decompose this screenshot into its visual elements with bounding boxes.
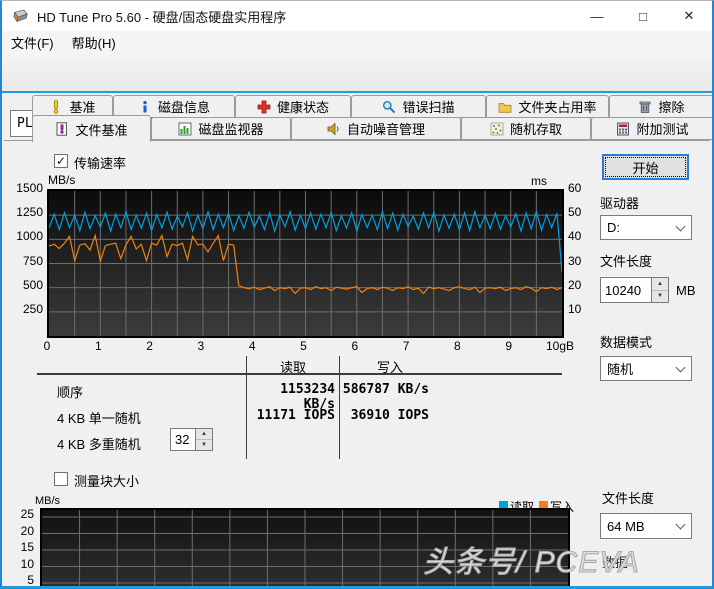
data-pattern-value: 随机: [607, 359, 633, 378]
block-chart-yaxis-unit: MB/s: [35, 495, 60, 507]
queue-depth-spinner[interactable]: 32 ▲▼: [170, 428, 213, 451]
drive-dropdown-value: D:: [607, 220, 620, 235]
tab-health[interactable]: 健康状态: [235, 95, 351, 118]
minimize-button[interactable]: —: [574, 1, 620, 31]
menu-help[interactable]: 帮助(H): [63, 31, 125, 53]
top-chart-yaxis-unit: MB/s: [48, 173, 75, 187]
file-length-label: 文件长度: [600, 251, 652, 270]
file-length-unit: MB: [676, 283, 696, 298]
disk-monitor-icon: [178, 122, 192, 136]
window-title: HD Tune Pro 5.60 - 硬盘/固态硬盘实用程序: [37, 7, 286, 26]
tab-random-access[interactable]: 随机存取: [461, 117, 591, 140]
tab-label: 磁盘监视器: [198, 119, 263, 138]
magnifier-icon: [382, 100, 396, 114]
block-size-label: 测量块大小: [74, 471, 139, 490]
speaker-icon: [327, 122, 341, 136]
tab-label: 文件夹占用率: [518, 97, 596, 116]
transfer-rate-plot: [49, 191, 562, 336]
tab-file-benchmark[interactable]: 文件基准: [32, 115, 151, 142]
close-button[interactable]: ✕: [666, 1, 712, 31]
menu-file[interactable]: 文件(F): [2, 31, 63, 53]
spin-down-icon[interactable]: ▼: [652, 291, 668, 303]
block-size-checkbox[interactable]: [54, 472, 68, 486]
file-length-value: 10240: [600, 277, 652, 303]
tab-erase[interactable]: 擦除: [609, 95, 714, 118]
file-length-spinner[interactable]: 10240 ▲▼: [600, 277, 669, 303]
tab-label: 附加测试: [636, 119, 688, 138]
tab-disk-monitor[interactable]: 磁盘监视器: [151, 117, 291, 140]
data-pattern-label: 数据模式: [600, 332, 652, 351]
toolbar-separator: [2, 91, 712, 93]
title-bar: HD Tune Pro 5.60 - 硬盘/固态硬盘实用程序 — □ ✕: [2, 1, 712, 31]
health-cross-icon: [257, 100, 271, 114]
tab-aam[interactable]: 自动噪音管理: [291, 117, 461, 140]
block-file-length-value: 64 MB: [607, 519, 645, 534]
tab-label: 健康状态: [277, 97, 329, 116]
trash-icon: [638, 100, 652, 114]
data-pattern-dropdown[interactable]: 随机: [600, 356, 692, 381]
block-file-length-label: 文件长度: [602, 488, 654, 507]
tab-error-scan[interactable]: 错误扫描: [351, 95, 486, 118]
table-write-sequential: 586787 KB/s: [342, 382, 429, 397]
drive-dropdown[interactable]: D:: [600, 215, 692, 240]
chevron-down-icon: [676, 221, 686, 231]
folder-icon: [498, 100, 512, 114]
tab-label: 擦除: [658, 97, 684, 116]
tab-label: 基准: [69, 97, 95, 116]
start-button[interactable]: 开始: [602, 154, 689, 180]
tab-folder-usage[interactable]: 文件夹占用率: [486, 95, 609, 118]
tab-label: 自动噪音管理: [347, 119, 425, 138]
transfer-rate-checkbox[interactable]: ✓: [54, 154, 68, 168]
menu-bar: 文件(F) 帮助(H): [2, 31, 712, 53]
transfer-rate-label: 传输速率: [74, 153, 126, 172]
spin-up-icon[interactable]: ▲: [652, 278, 668, 291]
tab-label: 错误扫描: [402, 97, 454, 116]
app-icon: [12, 9, 29, 24]
top-chart-right-axis-unit: ms: [531, 174, 547, 188]
random-access-icon: [490, 122, 504, 136]
spin-down-icon[interactable]: ▼: [196, 440, 212, 450]
tab-label: 随机存取: [510, 119, 562, 138]
app-window: HD Tune Pro 5.60 - 硬盘/固态硬盘实用程序 — □ ✕ 文件(…: [0, 0, 714, 589]
transfer-rate-chart: [47, 189, 564, 338]
maximize-button[interactable]: □: [620, 1, 666, 31]
queue-depth-value: 32: [170, 428, 196, 451]
chevron-down-icon: [676, 362, 686, 372]
tab-extra-tests[interactable]: 附加测试: [591, 117, 714, 140]
calculator-icon: [616, 122, 630, 136]
info-icon: [138, 100, 152, 114]
table-row-label: 4 KB 单一随机: [57, 408, 141, 427]
table-header-rule: [37, 373, 562, 375]
watermark: 头条号/ PCEVA: [423, 537, 640, 581]
benchmark-icon: [49, 100, 63, 114]
block-file-length-dropdown[interactable]: 64 MB: [600, 513, 692, 539]
drive-label: 驱动器: [600, 193, 639, 212]
file-benchmark-icon: [55, 122, 69, 136]
table-write-4k-single: 36910 IOPS: [342, 408, 429, 423]
chevron-down-icon: [676, 520, 686, 530]
table-row-label: 4 KB 多重随机: [57, 434, 141, 453]
table-row-label: 顺序: [57, 382, 83, 401]
spin-up-icon[interactable]: ▲: [196, 429, 212, 440]
tab-label: 文件基准: [75, 120, 127, 139]
tab-label: 磁盘信息: [158, 97, 210, 116]
toolbar: PLEXTOR PX-1TM8SeY (1024 gB) — 癈: [2, 53, 712, 91]
table-read-4k-single: 11171 IOPS: [247, 408, 335, 423]
